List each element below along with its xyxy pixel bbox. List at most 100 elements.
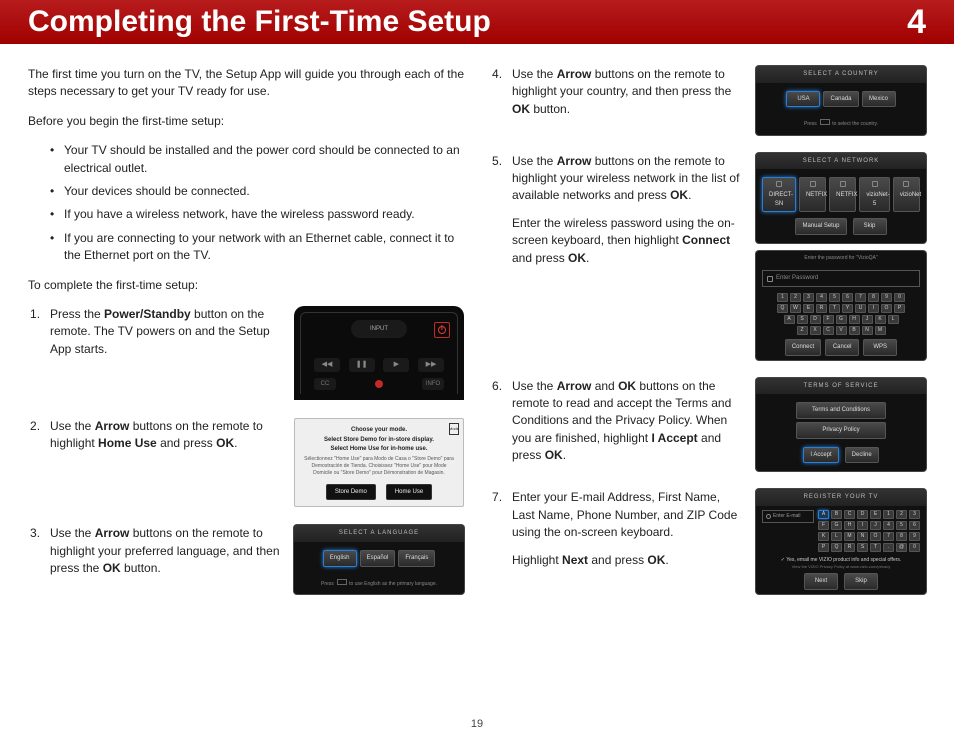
network-option: DIRECT-SN: [762, 177, 796, 212]
text: and press: [512, 251, 568, 265]
text: Use the: [50, 526, 95, 540]
text: button.: [530, 102, 570, 116]
keyboard-key: 3: [909, 510, 920, 519]
bold: OK: [545, 448, 563, 462]
network-option: vizioNet-5: [859, 177, 889, 212]
keyboard-key: W: [790, 304, 801, 313]
keyboard-key: S: [857, 543, 868, 552]
text: Press: [321, 581, 335, 587]
keyboard-key: E: [870, 510, 881, 519]
keyboard-key: 5: [829, 293, 840, 302]
keyboard-key: T: [829, 304, 840, 313]
keyboard-key: R: [816, 304, 827, 313]
password-entry-screenshot: Enter the password for "VizioQA" Enter P…: [756, 251, 926, 360]
network-select-screenshot: SELECT A NETWORK DIRECT-SN NETFIX NETFIX…: [756, 153, 926, 243]
option-espanol: Español: [360, 550, 396, 567]
prep-bullet: If you are connecting to your network wi…: [50, 230, 464, 265]
text: Highlight: [512, 553, 562, 567]
screen-title: TERMS OF SERVICE: [756, 378, 926, 395]
keyboard-key: F: [818, 521, 829, 530]
keyboard-key: Q: [831, 543, 842, 552]
screen-title: SELECT A NETWORK: [756, 153, 926, 170]
input-button: INPUT: [351, 320, 407, 338]
keyboard-key: .: [883, 543, 894, 552]
keyboard-key: O: [881, 304, 892, 313]
keyboard-key: 4: [883, 521, 894, 530]
keyboard-key: Y: [842, 304, 853, 313]
text: Use the: [50, 419, 95, 433]
keyboard-key: 1: [883, 510, 894, 519]
tag: Mode: [449, 423, 459, 435]
keyboard-key: 1: [777, 293, 788, 302]
bold: Arrow: [95, 526, 130, 540]
rewind-icon: ◀◀: [314, 358, 340, 372]
wps-button: WPS: [863, 339, 897, 356]
keyboard-key: L: [888, 315, 899, 324]
network-option: NETFIX: [799, 177, 826, 212]
bold: Arrow: [95, 419, 130, 433]
bold: I Accept: [651, 431, 697, 445]
text: .: [665, 553, 668, 567]
text: and press: [157, 436, 216, 450]
lock-icon: [776, 181, 782, 187]
text: to use English as the primary language.: [349, 581, 437, 587]
page-number: 19: [0, 718, 954, 730]
keyboard-key: G: [836, 315, 847, 324]
password-field: Enter Password: [776, 274, 818, 283]
step-1: Press the Power/Standby button on the re…: [28, 306, 464, 400]
bold: OK: [216, 436, 234, 450]
keyboard-key: A: [784, 315, 795, 324]
keyboard-key: X: [810, 326, 821, 335]
text: Press: [804, 121, 818, 127]
keyboard-key: 8: [868, 293, 879, 302]
keyboard-key: 6: [909, 521, 920, 530]
keyboard-key: 0: [909, 543, 920, 552]
keyboard-key: 4: [816, 293, 827, 302]
skip-button: Skip: [844, 573, 878, 590]
prep-bullet: Your TV should be installed and the powe…: [50, 142, 464, 177]
page-title: Completing the First-Time Setup: [28, 5, 491, 39]
keyboard-key: 6: [842, 293, 853, 302]
bold: OK: [568, 251, 586, 265]
bold: Next: [562, 553, 588, 567]
language-select-screenshot: SELECT A LANGUAGE English Español França…: [294, 525, 464, 594]
text: .: [563, 448, 566, 462]
step-6: Use the Arrow and OK buttons on the remo…: [490, 378, 926, 472]
keyboard-key: M: [875, 326, 886, 335]
keyboard-key: Z: [797, 326, 808, 335]
decline-button: Decline: [845, 447, 879, 464]
step-4: Use the Arrow buttons on the remote to h…: [490, 66, 926, 135]
text: Select Store Demo for in-store display.: [303, 436, 455, 445]
lock-icon: [872, 181, 878, 187]
keyboard-key: H: [844, 521, 855, 530]
lock-icon: [840, 181, 846, 187]
keyboard-key: K: [818, 532, 829, 541]
text: Choose your mode.: [303, 426, 455, 435]
cancel-button: Cancel: [825, 339, 859, 356]
text: .: [586, 251, 589, 265]
connect-button: Connect: [785, 339, 821, 356]
option-usa: USA: [786, 91, 820, 108]
left-column: The first time you turn on the TV, the S…: [28, 66, 464, 612]
privacy-button: Privacy Policy: [796, 422, 886, 439]
bold: Arrow: [557, 379, 592, 393]
bold: Arrow: [557, 67, 592, 81]
keyboard-key: 7: [855, 293, 866, 302]
keyboard-key: P: [894, 304, 905, 313]
power-icon: [438, 326, 446, 334]
keyboard-key: 9: [909, 532, 920, 541]
keyboard-key: 8: [896, 532, 907, 541]
keyboard-key: P: [818, 543, 829, 552]
prep-bullet: If you have a wireless network, have the…: [50, 206, 464, 223]
screen-title: SELECT A LANGUAGE: [294, 525, 464, 542]
manual-setup-button: Manual Setup: [795, 218, 846, 235]
screen-title: SELECT A COUNTRY: [756, 66, 926, 83]
text: .: [688, 188, 691, 202]
home-use-button: Home Use: [386, 484, 432, 501]
bold: OK: [512, 102, 530, 116]
terms-screenshot: TERMS OF SERVICE Terms and Conditions Pr…: [756, 378, 926, 472]
keyboard-key: B: [831, 510, 842, 519]
keyboard-key: 2: [790, 293, 801, 302]
right-column: Use the Arrow buttons on the remote to h…: [490, 66, 926, 612]
bold: Connect: [682, 233, 730, 247]
